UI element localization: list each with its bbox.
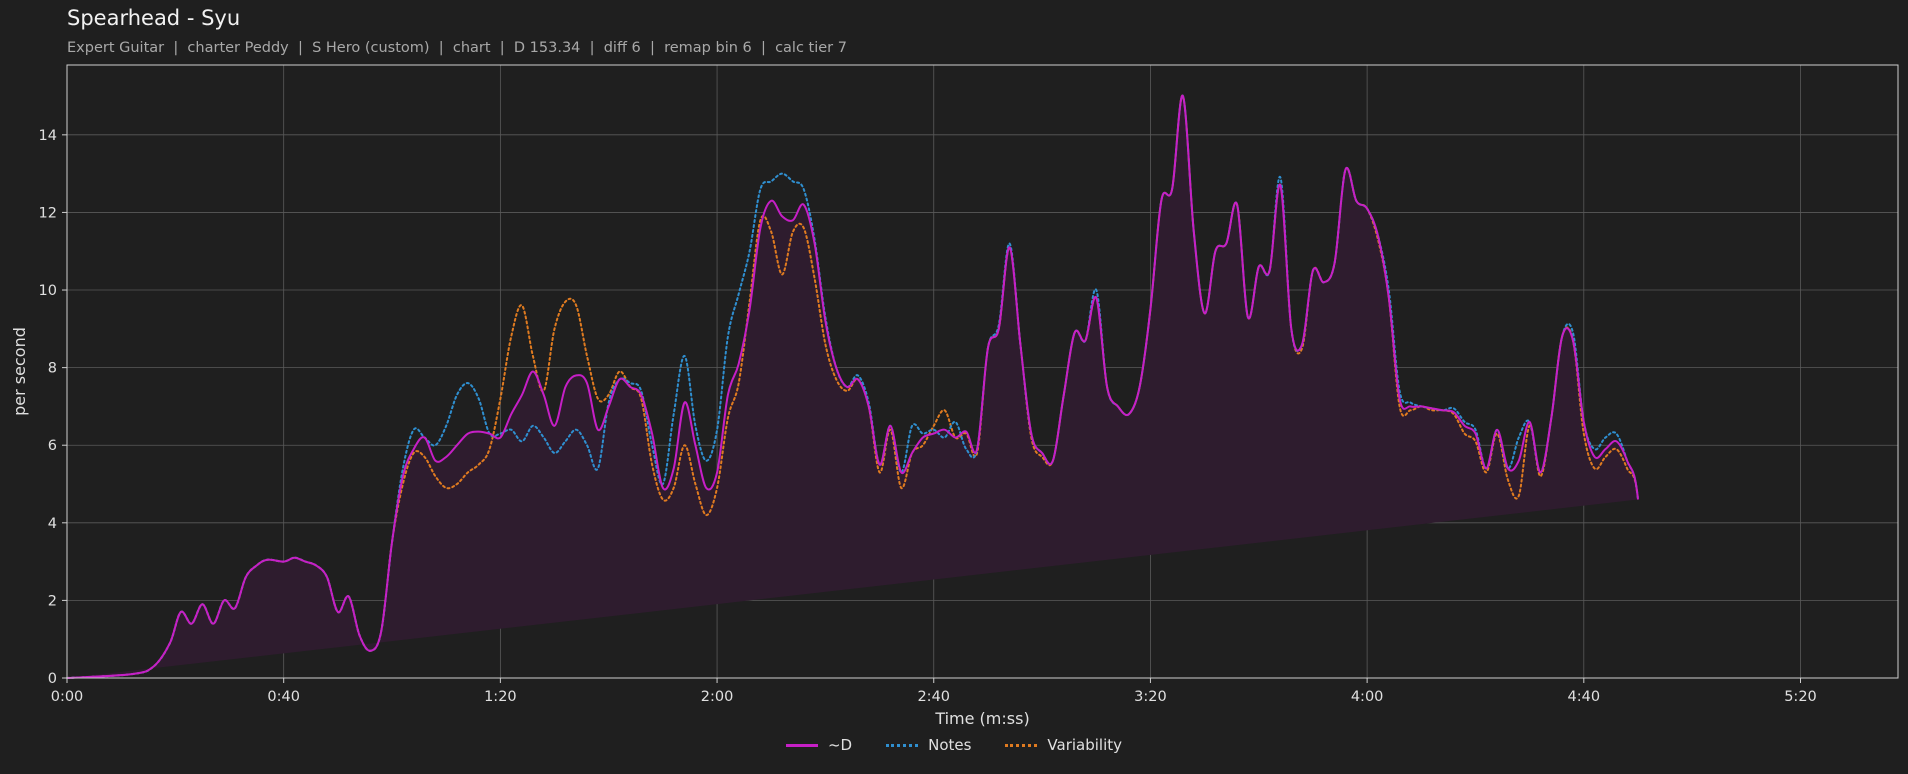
legend-item-d: ~D [785, 736, 853, 754]
legend-swatch-notes [886, 743, 919, 747]
legend-label-d: ~D [827, 736, 853, 754]
y-tick-label: 6 [48, 438, 57, 454]
legend-item-variability: Variability [1005, 736, 1122, 754]
x-tick-label: 2:40 [917, 689, 950, 705]
legend-swatch-variability [1005, 743, 1038, 747]
y-tick-label: 14 [39, 128, 57, 144]
legend: ~D Notes Variability [0, 736, 1908, 754]
legend-swatch-d [785, 743, 818, 747]
legend-label-notes: Notes [928, 736, 972, 754]
y-tick-label: 8 [48, 361, 57, 377]
plot-frame [66, 64, 1899, 679]
x-tick-label: 3:20 [1134, 689, 1167, 705]
x-axis-label: Time (m:ss) [934, 709, 1029, 728]
y-tick-label: 4 [48, 516, 57, 532]
y-tick-label: 12 [39, 205, 57, 221]
x-tick-label: 4:40 [1568, 689, 1601, 705]
x-tick-label: 0:40 [267, 689, 300, 705]
y-axis-label: per second [10, 327, 29, 416]
y-tick-label: 0 [48, 671, 57, 687]
x-tick-label: 1:20 [484, 689, 517, 705]
x-tick-label: 4:00 [1351, 689, 1384, 705]
d-area-fill [67, 95, 1638, 679]
x-tick-label: 5:20 [1784, 689, 1817, 705]
x-tick-label: 0:00 [51, 689, 84, 705]
x-tick-label: 2:00 [701, 689, 734, 705]
chart-area: 0:00 0:40 1:20 2:00 2:40 3:20 4:00 4:40 5:20 0 2 4 6… [10, 64, 1899, 728]
legend-item-notes: Notes [886, 736, 971, 754]
grid-layer [66, 65, 1898, 679]
y-tick-label: 10 [39, 283, 57, 299]
legend-label-variability: Variability [1047, 736, 1123, 754]
y-tick-label: 2 [48, 593, 57, 609]
